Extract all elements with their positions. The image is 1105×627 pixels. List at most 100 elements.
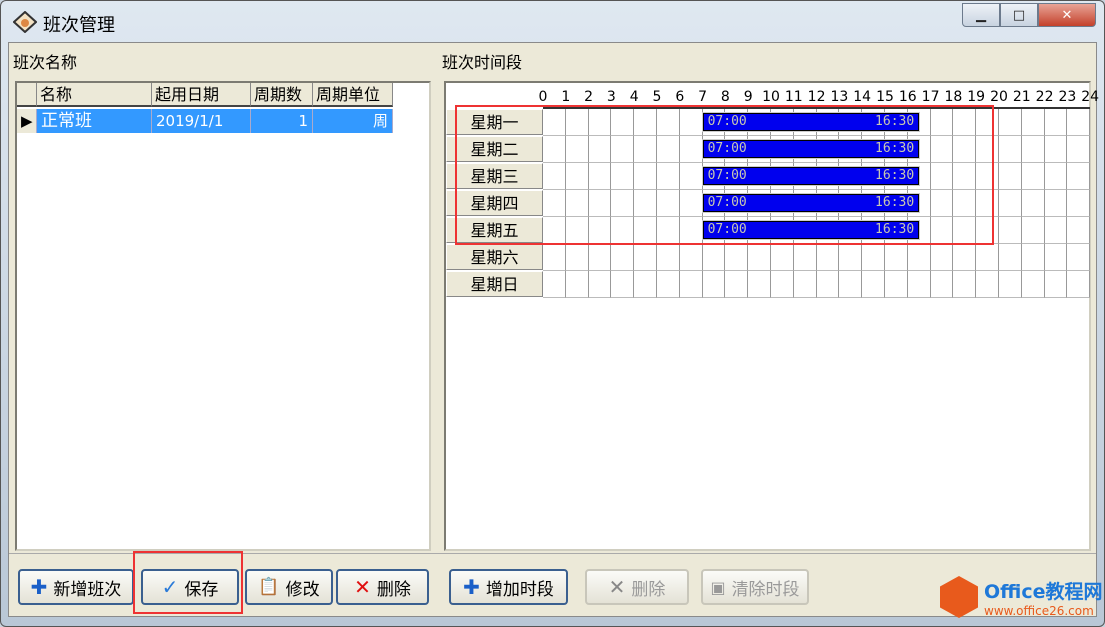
hour-label: 18 <box>944 89 963 105</box>
grid-cell[interactable] <box>1021 271 1045 298</box>
grid-cell[interactable] <box>725 244 749 271</box>
grid-cell[interactable] <box>725 271 749 298</box>
grid-cell[interactable] <box>976 244 999 271</box>
clear-segment-label: 清除时段 <box>731 579 800 600</box>
grid-cell[interactable] <box>771 244 794 271</box>
grid-cell[interactable] <box>748 271 771 298</box>
clear-segment-button[interactable]: ▣ 清除时段 <box>701 569 809 605</box>
grid-cell[interactable] <box>885 244 908 271</box>
grid-cell[interactable] <box>976 271 999 298</box>
minimize-button[interactable]: ▁ <box>962 3 1000 27</box>
grid-cell[interactable] <box>1044 163 1068 190</box>
day-label: 星期六 <box>446 244 543 270</box>
cell-name[interactable]: 正常班 <box>37 109 152 133</box>
delete-button[interactable]: ✕ 删除 <box>336 569 429 605</box>
grid-cell[interactable] <box>634 271 657 298</box>
grid-cell[interactable] <box>907 244 931 271</box>
grid-cell[interactable] <box>565 244 589 271</box>
grid-cell[interactable] <box>1044 271 1068 298</box>
grid-cell[interactable] <box>1067 217 1091 244</box>
add-shift-label: 新增班次 <box>53 579 122 600</box>
grid-cell[interactable] <box>657 271 680 298</box>
grid-cell[interactable] <box>1044 190 1068 217</box>
grid-cell[interactable] <box>953 244 977 271</box>
grid-cell[interactable] <box>862 244 885 271</box>
grid-cell[interactable] <box>1067 163 1091 190</box>
hour-label: 19 <box>967 89 986 105</box>
watermark-url: www.office26.com <box>984 603 1094 618</box>
grid-cell[interactable] <box>1021 190 1045 217</box>
shift-table[interactable]: 名称 起用日期 周期数 周期单位 ▶ 正常班 2019/1/1 1 周 <box>15 81 431 551</box>
grid-cell[interactable] <box>748 244 771 271</box>
cell-cycle-count[interactable]: 1 <box>251 109 313 133</box>
column-header-cycle-count[interactable]: 周期数 <box>251 83 313 107</box>
grid-cell[interactable] <box>679 244 703 271</box>
grid-cell[interactable] <box>1021 109 1045 136</box>
grid-cell[interactable] <box>1067 271 1091 298</box>
grid-cell[interactable] <box>1021 136 1045 163</box>
watermark-title: Office教程网 <box>984 580 1103 603</box>
grid-cell[interactable] <box>771 271 794 298</box>
grid-cell[interactable] <box>1021 163 1045 190</box>
close-button[interactable]: ✕ <box>1038 3 1096 27</box>
grid-cell[interactable] <box>702 271 726 298</box>
column-header-start-date[interactable]: 起用日期 <box>152 83 251 107</box>
grid-cell[interactable] <box>930 271 954 298</box>
grid-cell[interactable] <box>930 244 954 271</box>
grid-cell[interactable] <box>657 244 680 271</box>
edit-button[interactable]: 📋 修改 <box>245 569 333 605</box>
hour-label: 16 <box>898 89 917 105</box>
plus-icon: ✚ <box>30 575 48 599</box>
grid-cell[interactable] <box>543 244 566 271</box>
grid-cell[interactable] <box>793 244 817 271</box>
grid-cell[interactable] <box>1021 217 1045 244</box>
cell-cycle-unit[interactable]: 周 <box>313 109 393 133</box>
grid-cell[interactable] <box>543 271 566 298</box>
grid-cell[interactable] <box>1067 136 1091 163</box>
grid-cell[interactable] <box>1044 136 1068 163</box>
grid-cell[interactable] <box>999 109 1022 136</box>
grid-cell[interactable] <box>839 271 863 298</box>
cell-start-date[interactable]: 2019/1/1 <box>152 109 251 133</box>
hour-label: 11 <box>784 89 803 105</box>
grid-cell[interactable] <box>634 244 657 271</box>
maximize-button[interactable]: □ <box>1000 3 1038 27</box>
grid-cell[interactable] <box>999 217 1022 244</box>
add-segment-button[interactable]: ✚ 增加时段 <box>449 569 568 605</box>
grid-cell[interactable] <box>953 271 977 298</box>
grid-cell[interactable] <box>999 163 1022 190</box>
grid-cell[interactable] <box>793 271 817 298</box>
time-segment-header: 班次时间段 <box>442 53 523 72</box>
grid-cell[interactable] <box>999 190 1022 217</box>
grid-cell[interactable] <box>588 271 612 298</box>
grid-cell[interactable] <box>999 244 1022 271</box>
delete-segment-button[interactable]: ✕ 删除 <box>585 569 689 605</box>
grid-cell[interactable] <box>999 271 1022 298</box>
grid-cell[interactable] <box>816 244 840 271</box>
grid-cell[interactable] <box>862 271 885 298</box>
grid-cell[interactable] <box>1067 244 1091 271</box>
grid-cell[interactable] <box>1067 190 1091 217</box>
grid-cell[interactable] <box>611 271 635 298</box>
grid-cell[interactable] <box>1044 109 1068 136</box>
x-icon: ✕ <box>608 575 626 599</box>
grid-cell[interactable] <box>611 244 635 271</box>
app-icon <box>12 10 38 34</box>
grid-cell[interactable] <box>1044 244 1068 271</box>
grid-cell[interactable] <box>885 271 908 298</box>
grid-cell[interactable] <box>679 271 703 298</box>
grid-cell[interactable] <box>816 271 840 298</box>
hour-label: 0 <box>538 89 548 105</box>
grid-cell[interactable] <box>588 244 612 271</box>
column-header-cycle-unit[interactable]: 周期单位 <box>313 83 393 107</box>
grid-cell[interactable] <box>702 244 726 271</box>
grid-cell[interactable] <box>1067 109 1091 136</box>
grid-cell[interactable] <box>999 136 1022 163</box>
add-shift-button[interactable]: ✚ 新增班次 <box>18 569 134 605</box>
grid-cell[interactable] <box>907 271 931 298</box>
grid-cell[interactable] <box>565 271 589 298</box>
grid-cell[interactable] <box>839 244 863 271</box>
grid-cell[interactable] <box>1021 244 1045 271</box>
grid-cell[interactable] <box>1044 217 1068 244</box>
column-header-name[interactable]: 名称 <box>37 83 152 107</box>
